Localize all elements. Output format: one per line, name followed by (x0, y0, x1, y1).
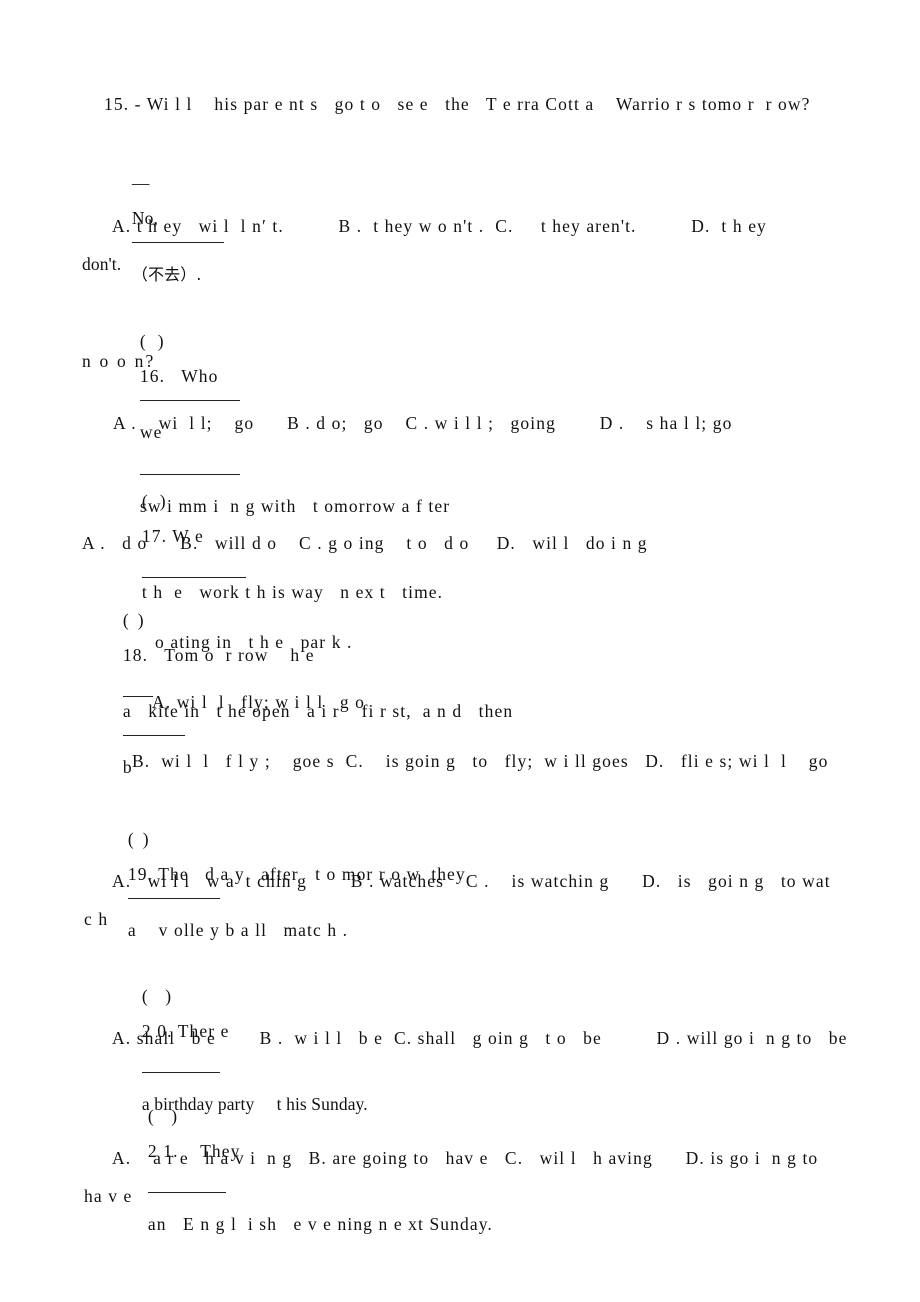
question-18-stem-text-c: b (122, 757, 132, 778)
question-20-blank[interactable] (141, 1058, 220, 1074)
question-21-options-line-1[interactable]: A. a r e h a v i n g B. are going to hav… (112, 1149, 818, 1168)
question-15-options-line-1[interactable]: A. t h ey wi l l n′ t. B . t hey w o n't… (112, 217, 767, 236)
question-15-hint-chinese: （不去）. (131, 264, 202, 284)
question-21-stem-line-1: ( ) 2 1. They an E n g l i sh e v e ning… (130, 1090, 493, 1251)
question-21-options-line-2[interactable]: ha v e (84, 1187, 132, 1206)
question-18-blank-1[interactable] (122, 682, 153, 698)
question-18-stem-line-2: o ating in t h e par k . (155, 632, 353, 652)
question-15-options-line-2[interactable]: don't. (82, 255, 121, 274)
question-18-options-line-1[interactable]: A. wi l l fly; w i l l g o (152, 693, 365, 712)
question-21-blank[interactable] (147, 1178, 226, 1194)
question-15-stem-line-1: 15. - Wi l l his par e nt s go t o se e … (104, 94, 811, 114)
question-17-marker: ( ) (141, 490, 167, 511)
question-19-marker: ( ) (127, 828, 149, 849)
question-18-marker: ( ) (122, 609, 144, 630)
question-19-options-line-2[interactable]: c h (84, 910, 108, 929)
question-19-options-line-1[interactable]: A. wi l l w a t chin g B . watches C . i… (112, 872, 831, 891)
question-21-stem-text-b: an E n g l i sh e v e ning n e xt Sunday… (147, 1214, 493, 1235)
question-18-options-line-2[interactable]: B. wi l l f l y ; goe s C. is goin g to … (132, 752, 829, 771)
question-18-blank-2[interactable] (122, 720, 185, 737)
worksheet-page: 15. - Wi l l his par e nt s go t o se e … (0, 0, 920, 1302)
question-16-stem-line-2: n o o n? (82, 351, 156, 371)
question-16-options-line-1[interactable]: A . wi l l; go B . d o; go C . w i l l ;… (113, 414, 732, 433)
question-16-marker: ( ) (139, 330, 165, 351)
dash-marker: — (131, 172, 152, 193)
question-16-blank-2[interactable] (139, 459, 240, 475)
question-20-marker: ( ) (141, 985, 173, 1006)
question-19-stem-text-b: a v olle y b a ll matc h . (127, 919, 349, 940)
question-17-blank[interactable] (141, 563, 246, 579)
question-16-blank-1[interactable] (139, 385, 240, 401)
question-20-options-line-1[interactable]: A. shall b e B . w i l l b e C. shall g … (112, 1029, 848, 1048)
question-17-options-line-1[interactable]: A . d o B. will d o C . g o ing t o d o … (82, 534, 648, 553)
question-21-marker: ( ) (147, 1105, 179, 1126)
